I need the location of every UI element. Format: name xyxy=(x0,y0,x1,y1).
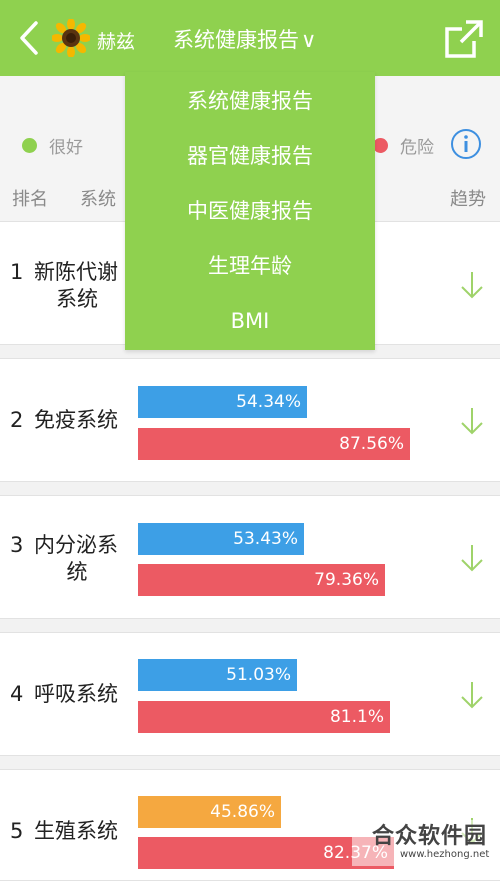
user-name: 赫兹 xyxy=(97,31,136,53)
system-name-line1: 内分泌系 xyxy=(34,533,118,557)
arrow-down-icon xyxy=(461,682,483,709)
arrow-down-icon xyxy=(461,272,483,299)
menu-item-organ-report[interactable]: 器官健康报告 xyxy=(125,127,375,182)
rank-number: 4 xyxy=(10,682,24,706)
column-header-trend: 趋势 xyxy=(450,189,486,210)
chevron-down-icon: ∨ xyxy=(301,28,317,52)
system-name-line2: 系统 xyxy=(56,287,98,311)
reference-score-bar: 79.36% xyxy=(138,564,385,596)
menu-item-bmi[interactable]: BMI xyxy=(125,292,375,347)
system-name-line1: 免疫系统 xyxy=(34,408,118,432)
danger-dot-icon xyxy=(373,138,388,153)
table-row[interactable]: 4 呼吸系统 51.03% 81.1% xyxy=(0,632,500,756)
watermark-url: www.hezhong.net xyxy=(400,849,490,860)
top-bar: 赫兹 系统健康报告∨ xyxy=(0,0,500,76)
legend-good: 很好 xyxy=(22,133,83,158)
system-name: 1 新陈代谢 系统 xyxy=(10,259,120,313)
legend-good-label: 很好 xyxy=(49,138,83,158)
report-type-selector[interactable]: 系统健康报告∨ xyxy=(173,24,316,54)
current-score-bar: 54.34% xyxy=(138,386,307,418)
menu-item-system-report[interactable]: 系统健康报告 xyxy=(125,72,375,127)
good-dot-icon xyxy=(22,138,37,153)
arrow-down-icon xyxy=(461,408,483,435)
system-name: 3 内分泌系 统 xyxy=(10,532,120,586)
arrow-down-icon xyxy=(461,545,483,572)
avatar[interactable] xyxy=(52,19,90,57)
menu-item-physiological-age[interactable]: 生理年龄 xyxy=(125,237,375,292)
rank-number: 5 xyxy=(10,819,24,843)
system-name: 4 呼吸系统 xyxy=(10,681,118,708)
column-header-rank: 排名 xyxy=(12,189,48,210)
system-name-line1: 呼吸系统 xyxy=(34,682,118,706)
report-type-dropdown: 系统健康报告 器官健康报告 中医健康报告 生理年龄 BMI xyxy=(125,72,375,350)
back-icon[interactable] xyxy=(14,20,44,56)
reference-score-bar: 87.56% xyxy=(138,428,410,460)
current-score-bar: 53.43% xyxy=(138,523,304,555)
legend-danger: 危险 xyxy=(373,133,434,158)
reference-score-bar: 81.1% xyxy=(138,701,390,733)
watermark-text: 合众软件园 xyxy=(372,824,488,849)
legend-danger-label: 危险 xyxy=(400,138,434,158)
rank-number: 2 xyxy=(10,408,24,432)
system-name-line2: 统 xyxy=(66,560,88,584)
system-name: 2 免疫系统 xyxy=(10,407,118,434)
system-name: 5 生殖系统 xyxy=(10,818,118,845)
column-header-system: 系统 xyxy=(80,189,116,210)
table-row[interactable]: 3 内分泌系 统 53.43% 79.36% xyxy=(0,495,500,619)
current-score-bar: 45.86% xyxy=(138,796,281,828)
menu-item-tcm-report[interactable]: 中医健康报告 xyxy=(125,182,375,237)
rank-number: 3 xyxy=(10,533,24,557)
system-name-line1: 新陈代谢 xyxy=(34,260,118,284)
current-score-bar: 51.03% xyxy=(138,659,297,691)
report-title-label: 系统健康报告 xyxy=(173,28,299,52)
share-icon[interactable] xyxy=(444,19,484,59)
table-row[interactable]: 2 免疫系统 54.34% 87.56% xyxy=(0,358,500,482)
info-icon[interactable] xyxy=(450,128,482,160)
system-name-line1: 生殖系统 xyxy=(34,819,118,843)
rank-number: 1 xyxy=(10,260,24,284)
